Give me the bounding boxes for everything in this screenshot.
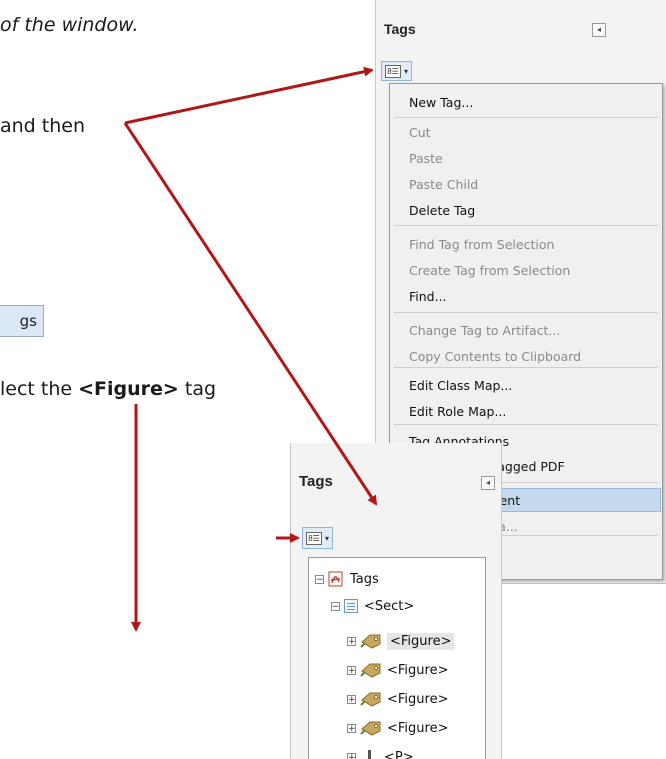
chevron-down-icon: ▾	[325, 533, 330, 543]
menu-item-label: Edit Class Map...	[409, 378, 513, 393]
pdf-icon	[328, 571, 343, 587]
tree-row[interactable]: + <Figure>	[347, 717, 448, 739]
menu-item-paste-child[interactable]: Paste Child	[391, 173, 661, 197]
tree-row[interactable]: − Tags	[315, 568, 379, 590]
menu-item-find[interactable]: Find...	[391, 285, 661, 309]
tree-row-label: <Figure>	[387, 662, 449, 678]
menu-separator	[394, 312, 658, 313]
expand-icon[interactable]: +	[347, 665, 356, 675]
menu-item-label: Cut	[409, 125, 431, 140]
menu-item-delete-tag[interactable]: Delete Tag	[391, 199, 661, 223]
menu-separator	[394, 117, 658, 118]
expand-icon[interactable]: +	[347, 694, 356, 704]
collapse-icon[interactable]: −	[315, 574, 324, 584]
tags-tree: − Tags − <Sect> + <Figure> + <Figure> + <Figure> +…	[308, 557, 486, 759]
collapse-panel-icon[interactable]: ◂	[592, 23, 606, 37]
tree-row-label: <Sect>	[364, 598, 415, 614]
tree-row[interactable]: + <P>	[347, 746, 414, 759]
tree-row-label: Tags	[350, 571, 379, 587]
expand-icon[interactable]: +	[347, 636, 356, 646]
options-icon: 8☰	[306, 531, 322, 545]
instruction-line-2: and then	[0, 115, 86, 137]
menu-item-label: New Tag...	[409, 95, 474, 110]
collapse-panel-icon[interactable]: ◂	[481, 476, 495, 490]
menu-item-label: Create Tag from Selection	[409, 263, 571, 278]
arrow-to-options-button	[124, 66, 374, 125]
tags-button[interactable]: gs	[0, 305, 44, 337]
section-icon	[344, 599, 358, 613]
menu-separator	[394, 225, 658, 226]
instruction-line-3-suffix: tag	[178, 378, 217, 400]
tree-row-label: <Figure>	[387, 691, 449, 707]
tree-row-label: <Figure>	[387, 632, 455, 650]
instruction-line-3-prefix: lect the	[0, 378, 79, 400]
tags-panel-bottom-title: Tags	[299, 473, 333, 490]
options-icon: 8☰	[385, 64, 401, 78]
tree-row[interactable]: + <Figure>	[347, 659, 448, 681]
menu-item-find-tag-from-selection[interactable]: Find Tag from Selection	[391, 233, 661, 257]
tag-icon	[360, 721, 381, 736]
menu-item-new-tag[interactable]: New Tag...	[391, 91, 661, 115]
tree-row-label: <P>	[384, 749, 414, 759]
tree-row[interactable]: + <Figure>	[347, 630, 455, 652]
menu-item-edit-role-map[interactable]: Edit Role Map...	[391, 400, 661, 424]
expand-icon[interactable]: +	[347, 723, 356, 733]
menu-item-edit-class-map[interactable]: Edit Class Map...	[391, 374, 661, 398]
options-menu-button[interactable]: 8☰ ▾	[381, 61, 413, 81]
menu-item-label: Copy Contents to Clipboard	[409, 349, 582, 364]
menu-item-cut[interactable]: Cut	[391, 121, 661, 145]
instruction-figure-tag: <Figure>	[78, 378, 179, 400]
menu-item-paste[interactable]: Paste	[391, 147, 661, 171]
menu-item-label: Find...	[409, 289, 447, 304]
tree-row-label: <Figure>	[387, 720, 449, 736]
menu-item-copy-contents-to-clipboard[interactable]: Copy Contents to Clipboard	[391, 345, 661, 369]
tags-panel-top-title: Tags	[384, 21, 416, 37]
tree-row[interactable]: − <Sect>	[331, 595, 414, 617]
menu-item-label: Find Tag from Selection	[409, 237, 555, 252]
collapse-icon[interactable]: −	[331, 601, 340, 611]
tag-icon	[360, 663, 381, 678]
menu-item-create-tag-from-selection[interactable]: Create Tag from Selection	[391, 259, 661, 283]
menu-item-label: Paste	[409, 151, 443, 166]
menu-item-change-tag-to-artifact[interactable]: Change Tag to Artifact...	[391, 319, 661, 343]
menu-item-label: Delete Tag	[409, 203, 476, 218]
expand-icon[interactable]: +	[347, 752, 356, 759]
paragraph-icon	[368, 750, 378, 759]
options-menu-button[interactable]: 8☰ ▾	[302, 527, 334, 549]
tag-icon	[360, 634, 381, 649]
menu-item-label: Paste Child	[409, 177, 479, 192]
instruction-line-1: of the window.	[0, 14, 139, 36]
chevron-down-icon: ▾	[404, 66, 409, 76]
menu-item-label: Edit Role Map...	[409, 404, 507, 419]
instruction-line-3: lect the <Figure> tag	[0, 378, 216, 400]
menu-item-label: Change Tag to Artifact...	[409, 323, 561, 338]
menu-separator	[394, 424, 658, 425]
tag-icon	[360, 692, 381, 707]
tree-row[interactable]: + <Figure>	[347, 688, 448, 710]
